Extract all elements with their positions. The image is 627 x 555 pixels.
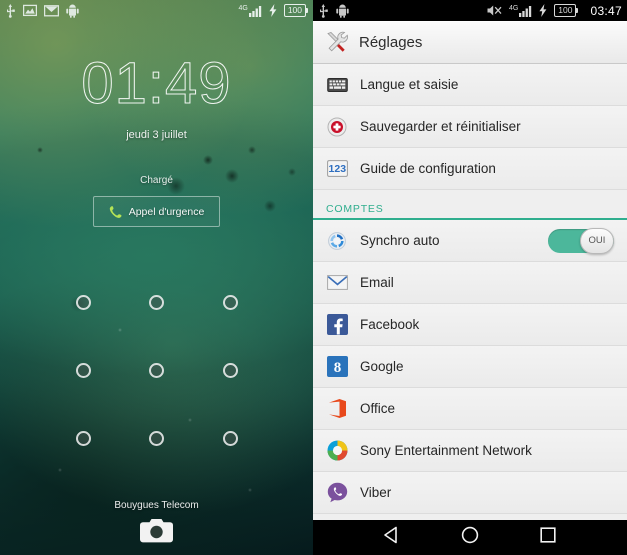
android-icon <box>66 4 79 18</box>
screenshot-root: 4G 100 01:49 jeudi 3 juillet Chargé Appe… <box>0 0 627 555</box>
status-bar-clock: 03:47 <box>590 3 622 18</box>
settings-status-bar: 4G 100 03:47 <box>313 0 627 21</box>
pattern-dot[interactable] <box>149 294 165 310</box>
camera-shortcut-button[interactable] <box>0 518 313 543</box>
settings-item-label: Sauvegarder et réinitialiser <box>360 119 521 134</box>
setup-guide-icon: 123 <box>326 158 348 180</box>
signal-bars-icon <box>519 5 532 17</box>
back-icon <box>384 526 397 544</box>
account-item-label: Sony Entertainment Network <box>360 443 532 458</box>
account-item-email[interactable]: Email <box>313 262 627 304</box>
lockscreen-date: jeudi 3 juillet <box>126 129 187 141</box>
status-icons-right: 4G 100 <box>238 4 308 17</box>
android-nav-bar <box>313 520 627 555</box>
android-icon <box>336 4 349 18</box>
status-icons-left <box>5 3 79 18</box>
account-item-label: Office <box>360 401 396 416</box>
settings-item-label: Synchro auto <box>360 233 440 248</box>
emergency-call-label: Appel d'urgence <box>128 205 205 218</box>
account-item-label: Email <box>360 275 394 290</box>
battery-icon: 100 <box>554 4 579 17</box>
lockscreen-clock: 01:49 <box>81 51 232 116</box>
network-type-label: 4G <box>508 4 519 12</box>
auto-sync-toggle[interactable]: OUI <box>548 227 614 254</box>
settings-item-label: Langue et saisie <box>360 77 459 92</box>
pattern-lock-grid[interactable] <box>47 268 267 473</box>
back-button[interactable] <box>382 525 402 550</box>
account-item-label: Google <box>360 359 404 374</box>
home-icon <box>461 526 479 544</box>
status-icons-left <box>318 3 349 18</box>
pattern-dot[interactable] <box>222 294 238 310</box>
account-item-facebook[interactable]: Facebook <box>313 304 627 346</box>
carrier-label: Bouygues Telecom <box>114 500 199 511</box>
battery-status-label: Chargé <box>140 175 173 186</box>
status-icons-right: 4G 100 03:47 <box>487 4 622 18</box>
lockscreen-status-bar: 4G 100 <box>0 0 313 21</box>
section-header-label: COMPTES <box>326 203 384 215</box>
charging-bolt-icon <box>269 4 277 17</box>
office-icon <box>326 398 348 420</box>
settings-item-setup-guide[interactable]: 123 Guide de configuration <box>313 148 627 190</box>
section-header-accounts: COMPTES <box>313 190 627 220</box>
account-item-label: Facebook <box>360 317 420 332</box>
sony-entertainment-network-icon <box>326 440 348 462</box>
signal-bars-icon <box>248 5 262 17</box>
google-icon: 8 <box>326 356 348 378</box>
settings-item-language-input[interactable]: Langue et saisie <box>313 64 627 106</box>
account-item-google[interactable]: 8 Google <box>313 346 627 388</box>
backup-reset-icon <box>326 116 348 138</box>
facebook-icon <box>326 314 348 336</box>
account-item-office[interactable]: Office <box>313 388 627 430</box>
pattern-dot[interactable] <box>76 431 92 447</box>
keyboard-icon <box>326 74 348 96</box>
pattern-dot[interactable] <box>222 362 238 378</box>
email-icon <box>44 4 59 16</box>
pattern-dot[interactable] <box>222 431 238 447</box>
google-icon-text: 8 <box>333 360 341 376</box>
account-item-sony-entertainment-network[interactable]: Sony Entertainment Network <box>313 430 627 472</box>
recents-icon <box>540 527 556 543</box>
viber-icon <box>326 482 348 504</box>
settings-panel: 4G 100 03:47 Réglages Langue et saisie S… <box>313 0 627 555</box>
account-item-viber[interactable]: Viber <box>313 472 627 514</box>
account-item-label: Viber <box>360 485 392 500</box>
signal-icon: 4G <box>238 4 262 17</box>
home-button[interactable] <box>460 525 480 550</box>
pattern-dot[interactable] <box>149 431 165 447</box>
pattern-dot[interactable] <box>76 362 92 378</box>
toggle-thumb-label: OUI <box>580 227 614 254</box>
recents-button[interactable] <box>538 525 558 550</box>
pattern-dot[interactable] <box>76 294 92 310</box>
camera-icon <box>140 519 173 543</box>
settings-list: Langue et saisie Sauvegarder et réinitia… <box>313 64 627 520</box>
lock-screen-panel: 4G 100 01:49 jeudi 3 juillet Chargé Appe… <box>0 0 313 555</box>
settings-item-auto-sync[interactable]: Synchro auto OUI <box>313 220 627 262</box>
setup-guide-icon-text: 123 <box>328 163 346 175</box>
emergency-call-button[interactable]: Appel d'urgence <box>93 196 220 227</box>
network-type-label: 4G <box>238 4 248 12</box>
signal-icon: 4G <box>509 5 532 17</box>
battery-level-label: 100 <box>287 5 302 15</box>
settings-item-label: Guide de configuration <box>360 161 496 176</box>
settings-item-backup-reset[interactable]: Sauvegarder et réinitialiser <box>313 106 627 148</box>
battery-icon: 100 <box>283 4 308 17</box>
settings-title: Réglages <box>359 33 423 51</box>
usb-icon <box>320 3 328 18</box>
sync-icon <box>326 230 348 252</box>
phone-icon <box>109 205 122 218</box>
tools-icon <box>327 31 348 52</box>
charging-bolt-icon <box>539 4 547 17</box>
mute-icon <box>487 5 502 16</box>
pattern-dot[interactable] <box>149 362 165 378</box>
email-icon <box>326 272 348 294</box>
usb-icon <box>7 3 15 18</box>
settings-header: Réglages <box>313 21 627 64</box>
battery-level-label: 100 <box>558 5 573 15</box>
screenshot-icon <box>23 4 37 17</box>
